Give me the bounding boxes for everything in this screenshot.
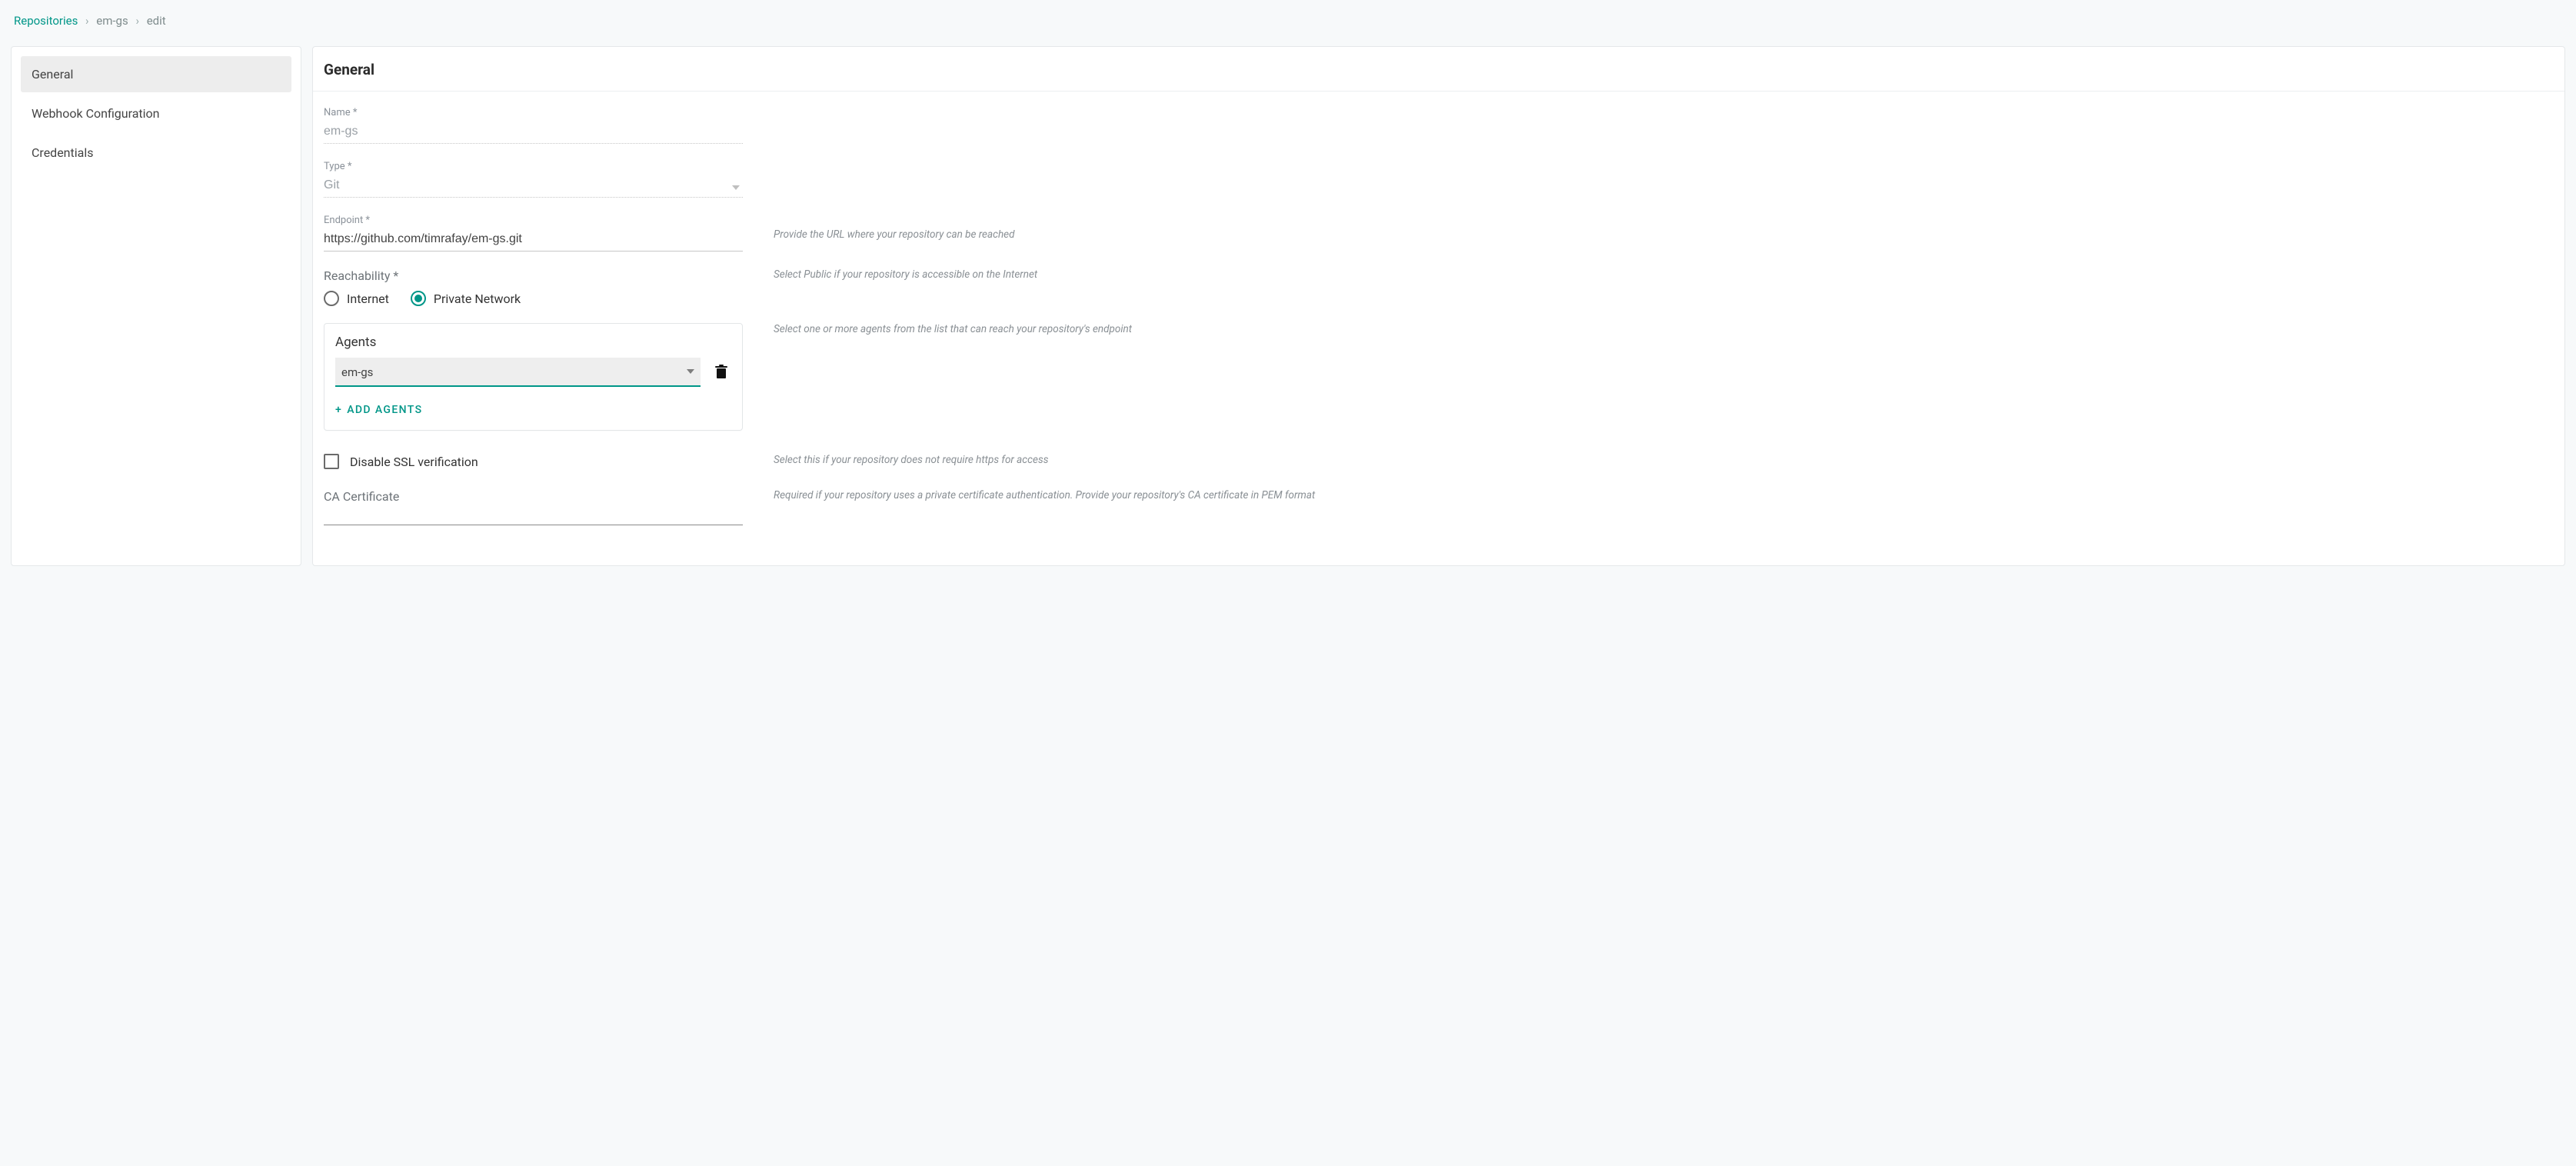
endpoint-hint: Provide the URL where your repository ca… [774,215,1015,241]
type-label: Type * [324,161,743,172]
disable-ssl-checkbox[interactable] [324,454,339,469]
trash-icon [714,365,728,380]
add-agents-label: ADD AGENTS [347,404,422,416]
name-label: Name * [324,107,743,118]
sidebar-item-label: Credentials [32,145,94,160]
radio-label: Internet [347,292,389,306]
agent-selected-value: em-gs [341,365,373,379]
agents-hint: Select one or more agents from the list … [774,323,1132,335]
ca-cert-field[interactable] [324,504,743,525]
breadcrumb-item: em-gs [96,14,128,28]
agents-card: Agents em-gs [324,323,743,431]
main-panel: General Name * Type * [312,46,2565,566]
plus-icon: + [335,404,342,416]
ssl-hint: Select this if your repository does not … [774,454,1048,466]
radio-icon [411,291,426,306]
reachability-hint: Select Public if your repository is acce… [774,268,1037,281]
type-select [324,175,743,198]
chevron-down-icon [687,369,694,374]
page-title: General [324,61,2554,78]
reachability-label: Reachability * [324,268,743,283]
breadcrumb: Repositories › em-gs › edit [14,14,2565,28]
radio-icon [324,291,339,306]
sidebar-item-webhook-configuration[interactable]: Webhook Configuration [21,95,291,132]
agent-select[interactable]: em-gs [335,358,701,387]
sidebar-item-label: Webhook Configuration [32,106,160,121]
sidebar-item-general[interactable]: General [21,56,291,92]
main-header: General [313,47,2564,92]
breadcrumb-root[interactable]: Repositories [14,14,78,28]
name-field [324,122,743,144]
breadcrumb-sep-1: › [81,14,94,28]
sidebar: General Webhook Configuration Credential… [11,46,301,566]
sidebar-item-label: General [32,67,73,82]
reachability-option-internet[interactable]: Internet [324,291,389,306]
ca-cert-label: CA Certificate [324,489,743,504]
add-agents-button[interactable]: + ADD AGENTS [335,404,423,416]
ca-hint: Required if your repository uses a priva… [774,489,1315,501]
sidebar-item-credentials[interactable]: Credentials [21,135,291,171]
radio-label: Private Network [434,292,521,306]
endpoint-label: Endpoint * [324,215,743,226]
reachability-option-private-network[interactable]: Private Network [411,291,521,306]
delete-agent-button[interactable] [711,361,731,383]
agents-title: Agents [335,335,731,350]
disable-ssl-label: Disable SSL verification [350,455,478,469]
breadcrumb-action: edit [147,14,166,28]
endpoint-field[interactable] [324,229,743,252]
breadcrumb-sep-2: › [131,14,144,28]
